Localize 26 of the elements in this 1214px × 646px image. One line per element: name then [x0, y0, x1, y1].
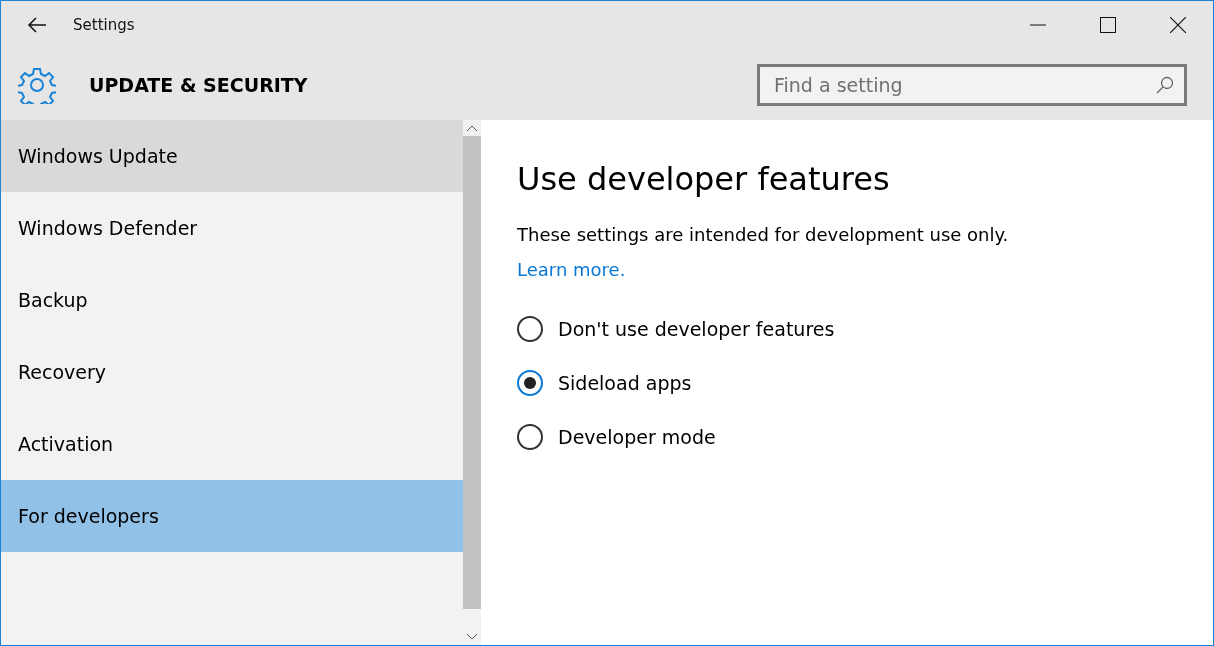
radio-label[interactable]: Don't use developer features [558, 318, 835, 340]
close-icon [1170, 17, 1186, 33]
scroll-up-icon [467, 125, 477, 131]
gear-icon [18, 65, 56, 104]
radio-button[interactable] [517, 424, 543, 450]
maximize-icon [1100, 17, 1116, 33]
sidebar-item[interactable]: Recovery [1, 336, 463, 408]
radio-button[interactable] [517, 316, 543, 342]
radio-label[interactable]: Developer mode [558, 426, 716, 448]
sidebar-item[interactable]: Windows Defender [1, 192, 463, 264]
search-icon [1156, 75, 1174, 94]
search-field[interactable]: Find a setting [757, 63, 1187, 106]
learn-more-link[interactable]: Learn more. [517, 259, 626, 280]
radio-label[interactable]: Sideload apps [558, 372, 692, 394]
window-title: Settings [73, 16, 136, 34]
sidebar-item[interactable]: Activation [1, 408, 463, 480]
sidebar-item[interactable]: Windows Update [1, 120, 463, 192]
page-heading: Use developer features [517, 160, 891, 198]
minimize-icon [1030, 24, 1046, 26]
sidebar-item[interactable]: Backup [1, 264, 463, 336]
radio-button[interactable] [517, 370, 543, 396]
back-arrow-icon [27, 17, 47, 33]
scroll-down-icon [467, 634, 477, 640]
description-text: These settings are intended for development use only. [517, 224, 1010, 245]
section-title: UPDATE & SECURITY [89, 73, 309, 96]
sidebar-item[interactable]: For developers [1, 480, 463, 552]
